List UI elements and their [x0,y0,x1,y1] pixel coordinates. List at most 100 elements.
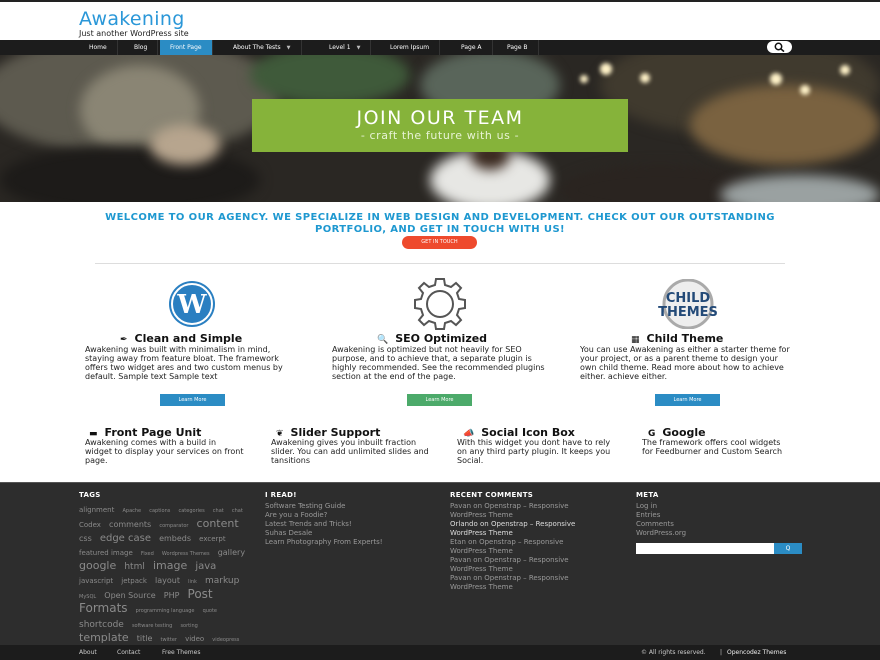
learn-more-button[interactable]: Learn More [160,394,225,406]
comment-link[interactable]: WordPress Theme [450,547,513,556]
bottom-bar: About Contact Free Themes © All rights r… [0,645,880,660]
comment-link[interactable]: Pavan on Openstrap – Responsive [450,556,569,565]
comment-link[interactable]: Pavan on Openstrap – Responsive [450,502,569,511]
nav-item-blog[interactable]: Blog [124,40,159,55]
tag-link[interactable]: sorting [180,623,197,629]
feature-title: 🔍 SEO Optimized [377,332,488,345]
footer-search-button[interactable]: Q [774,543,802,554]
comment-link[interactable]: WordPress Theme [450,583,513,592]
tag-cloud: alignment Apache captions categories cha… [79,502,249,660]
divider [95,263,785,264]
tag-link[interactable]: chat [213,508,224,514]
hero-title: JOIN OUR TEAM [356,107,524,129]
tag-link[interactable]: Open Source [104,591,155,600]
tag-link[interactable]: gallery [218,548,245,557]
tag-link[interactable]: captions [149,508,170,514]
feature-title: ▦ Child Theme [631,332,724,345]
tag-link[interactable]: videopress [212,637,239,643]
tag-link[interactable]: layout [155,576,180,585]
nav-item-home[interactable]: Home [79,40,118,55]
tag-link[interactable]: MySQL [79,594,96,600]
tag-link[interactable]: template [79,631,129,644]
tag-link[interactable]: css [79,534,92,543]
footer-search-input[interactable] [636,543,774,554]
read-link[interactable]: Latest Trends and Tricks! [265,520,352,529]
tag-link[interactable]: edge case [100,533,151,544]
read-link[interactable]: Are you a Foodie? [265,511,327,520]
tags-heading: TAGS [79,491,101,499]
feature-text: With this widget you dont have to rely o… [457,438,611,465]
site-tagline: Just another WordPress site [79,29,189,38]
tag-link[interactable]: programming language [136,608,195,614]
search-icon: 🔍 [377,335,389,345]
comment-link[interactable]: WordPress Theme [450,529,513,538]
meta-link[interactable]: Log in [636,502,657,511]
nav-item-page-b[interactable]: Page B [497,40,539,55]
learn-more-button[interactable]: Learn More [655,394,720,406]
nav-item-about-the-tests[interactable]: About The Tests ▼ [223,40,302,55]
comment-link[interactable]: Orlando on Openstrap – Responsive [450,520,575,529]
bottom-link-free-themes[interactable]: Free Themes [162,645,200,660]
tag-link[interactable]: PHP [164,591,180,600]
tag-link[interactable]: jetpack [121,577,147,585]
tag-link[interactable]: embeds [159,534,191,543]
search-icon: Q [785,545,791,552]
tag-link[interactable]: comments [109,520,151,529]
tag-link[interactable]: java [195,561,216,572]
comment-link[interactable]: WordPress Theme [450,511,513,520]
meta-link[interactable]: Entries [636,511,660,520]
tag-link[interactable]: Fixed [141,551,154,557]
tag-link[interactable]: javascript [79,577,113,585]
tag-link[interactable]: title [137,634,153,643]
tag-link[interactable]: software testing [132,623,172,629]
tag-link[interactable]: video [185,635,204,643]
bottom-link-about[interactable]: About [79,645,97,660]
tag-link[interactable]: link [188,579,197,585]
tag-link[interactable]: quote [203,608,217,614]
chevron-down-icon: ▼ [356,45,361,51]
comment-link[interactable]: WordPress Theme [450,565,513,574]
comment-link[interactable]: Etan on Openstrap – Responsive [450,538,563,547]
tag-link[interactable]: markup [205,576,239,586]
tag-link[interactable]: twitter [160,637,177,643]
tag-link[interactable]: comparator [159,523,188,529]
read-link[interactable]: Software Testing Guide [265,502,345,511]
tag-link[interactable]: Wordpress Themes [162,551,210,557]
bottom-link-contact[interactable]: Contact [117,645,140,660]
child-themes-logo-icon: CHILD THEMES [658,279,718,329]
feature-text: The framework offers cool widgets for Fe… [642,438,783,456]
learn-more-button[interactable]: Learn More [407,394,472,406]
meta-link[interactable]: WordPress.org [636,529,686,538]
nav-search-button[interactable] [767,41,792,53]
tag-link[interactable]: chat [232,508,243,514]
tag-link[interactable]: html [124,562,145,573]
tag-link[interactable]: Apache [122,508,141,514]
comment-link[interactable]: Pavan on Openstrap – Responsive [450,574,569,583]
tag-link[interactable]: excerpt [199,535,225,543]
meta-link[interactable]: Comments [636,520,674,529]
tag-link[interactable]: shortcode [79,620,124,630]
feature-text: Awakening comes with a build in widget t… [85,438,244,465]
get-in-touch-button[interactable]: GET IN TOUCH [402,236,477,249]
main-nav: Home Blog Front Page About The Tests ▼ Le… [0,40,880,55]
tag-link[interactable]: alignment [79,506,114,514]
tag-link[interactable]: content [197,517,239,530]
read-link[interactable]: Suhas Desale [265,529,312,538]
read-link[interactable]: Learn Photography From Experts! [265,538,383,547]
nav-item-lorem-ipsum[interactable]: Lorem Ipsum [380,40,441,55]
tag-link[interactable]: google [79,559,116,572]
read-heading: I READ! [265,491,297,499]
tag-link[interactable]: featured image [79,549,133,557]
meta-heading: META [636,491,659,499]
tag-link[interactable]: image [153,559,187,572]
welcome-text: WELCOME TO OUR AGENCY. WE SPECIALIZE IN … [105,212,775,235]
tag-link[interactable]: Codex [79,521,101,529]
site-title[interactable]: Awakening [79,8,185,30]
pen-icon: ✒ [120,335,128,345]
tag-link[interactable]: categories [178,508,204,514]
feature-title: ✒ Clean and Simple [120,332,243,345]
nav-item-page-a[interactable]: Page A [451,40,493,55]
nav-item-front-page[interactable]: Front Page [160,40,213,55]
nav-item-level-1[interactable]: Level 1 ▼ [319,40,372,55]
credit-link[interactable]: Opencodez Themes [727,645,786,660]
